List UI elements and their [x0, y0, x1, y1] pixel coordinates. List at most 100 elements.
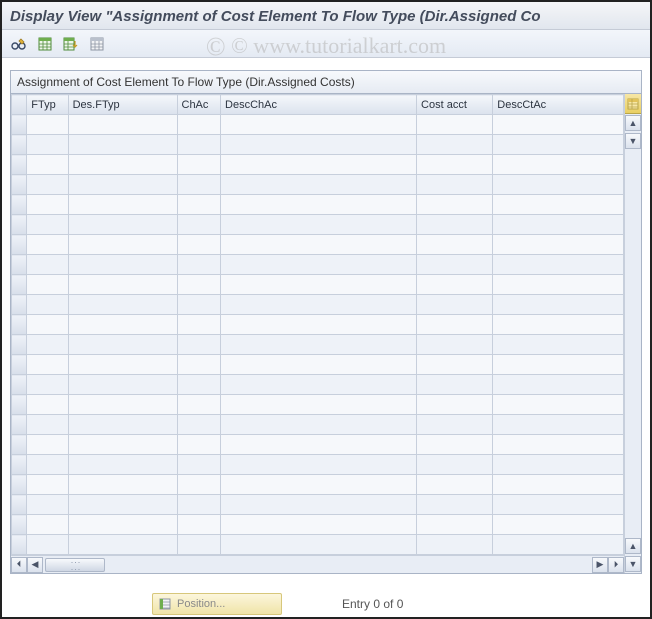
cell-costacct[interactable] — [417, 435, 493, 455]
row-selector[interactable] — [12, 295, 27, 315]
cell-ftyp[interactable] — [27, 355, 68, 375]
cell-chac[interactable] — [177, 375, 221, 395]
cell-chac[interactable] — [177, 115, 221, 135]
scroll-up-icon[interactable]: ▲ — [625, 115, 641, 131]
position-button[interactable]: Position... — [152, 593, 282, 615]
row-selector[interactable] — [12, 195, 27, 215]
cell-descchac[interactable] — [221, 415, 417, 435]
cell-costacct[interactable] — [417, 175, 493, 195]
scroll-left-icon[interactable]: ◀ — [27, 557, 43, 573]
row-selector[interactable] — [12, 495, 27, 515]
cell-descchac[interactable] — [221, 155, 417, 175]
cell-descctac[interactable] — [493, 495, 624, 515]
table-row[interactable] — [12, 475, 624, 495]
cell-descchac[interactable] — [221, 355, 417, 375]
table-row[interactable] — [12, 395, 624, 415]
row-selector[interactable] — [12, 355, 27, 375]
cell-descctac[interactable] — [493, 255, 624, 275]
cell-descctac[interactable] — [493, 515, 624, 535]
table-row[interactable] — [12, 135, 624, 155]
table-row[interactable] — [12, 195, 624, 215]
cell-descchac[interactable] — [221, 515, 417, 535]
cell-desftyp[interactable] — [68, 235, 177, 255]
cell-descchac[interactable] — [221, 235, 417, 255]
cell-ftyp[interactable] — [27, 375, 68, 395]
table-row[interactable] — [12, 455, 624, 475]
cell-ftyp[interactable] — [27, 195, 68, 215]
cell-costacct[interactable] — [417, 455, 493, 475]
cell-costacct[interactable] — [417, 495, 493, 515]
cell-descchac[interactable] — [221, 495, 417, 515]
cell-desftyp[interactable] — [68, 335, 177, 355]
cell-descctac[interactable] — [493, 535, 624, 555]
cell-descctac[interactable] — [493, 135, 624, 155]
cell-chac[interactable] — [177, 435, 221, 455]
cell-costacct[interactable] — [417, 235, 493, 255]
table-row[interactable] — [12, 295, 624, 315]
cell-ftyp[interactable] — [27, 535, 68, 555]
cell-ftyp[interactable] — [27, 435, 68, 455]
cell-chac[interactable] — [177, 515, 221, 535]
cell-descctac[interactable] — [493, 375, 624, 395]
cell-costacct[interactable] — [417, 535, 493, 555]
cell-descctac[interactable] — [493, 475, 624, 495]
cell-chac[interactable] — [177, 475, 221, 495]
cell-desftyp[interactable] — [68, 535, 177, 555]
row-selector[interactable] — [12, 395, 27, 415]
row-selector[interactable] — [12, 455, 27, 475]
cell-descchac[interactable] — [221, 435, 417, 455]
row-selector[interactable] — [12, 475, 27, 495]
cell-costacct[interactable] — [417, 415, 493, 435]
cell-descchac[interactable] — [221, 375, 417, 395]
row-selector[interactable] — [12, 135, 27, 155]
scroll-right-icon[interactable]: ▶ — [592, 557, 608, 573]
cell-descctac[interactable] — [493, 355, 624, 375]
cell-desftyp[interactable] — [68, 435, 177, 455]
table-row[interactable] — [12, 335, 624, 355]
cell-chac[interactable] — [177, 195, 221, 215]
table-row[interactable] — [12, 435, 624, 455]
cell-descchac[interactable] — [221, 215, 417, 235]
cell-ftyp[interactable] — [27, 155, 68, 175]
cell-costacct[interactable] — [417, 115, 493, 135]
cell-chac[interactable] — [177, 155, 221, 175]
cell-descchac[interactable] — [221, 195, 417, 215]
table-row[interactable] — [12, 155, 624, 175]
cell-descctac[interactable] — [493, 235, 624, 255]
table-row[interactable] — [12, 275, 624, 295]
cell-chac[interactable] — [177, 395, 221, 415]
scroll-left-start-icon[interactable]: ⏴ — [11, 557, 27, 573]
cell-desftyp[interactable] — [68, 475, 177, 495]
cell-desftyp[interactable] — [68, 295, 177, 315]
cell-chac[interactable] — [177, 295, 221, 315]
cell-descctac[interactable] — [493, 275, 624, 295]
cell-costacct[interactable] — [417, 195, 493, 215]
cell-ftyp[interactable] — [27, 415, 68, 435]
change-display-toggle-button[interactable] — [8, 34, 30, 54]
cell-descctac[interactable] — [493, 315, 624, 335]
col-header-chac[interactable]: ChAc — [177, 95, 221, 115]
cell-chac[interactable] — [177, 175, 221, 195]
cell-ftyp[interactable] — [27, 475, 68, 495]
table-row[interactable] — [12, 375, 624, 395]
table-row[interactable] — [12, 175, 624, 195]
cell-desftyp[interactable] — [68, 155, 177, 175]
col-header-costacct[interactable]: Cost acct — [417, 95, 493, 115]
cell-descctac[interactable] — [493, 435, 624, 455]
row-selector[interactable] — [12, 115, 27, 135]
table-row[interactable] — [12, 415, 624, 435]
deselect-all-button[interactable] — [86, 34, 108, 54]
cell-desftyp[interactable] — [68, 175, 177, 195]
cell-desftyp[interactable] — [68, 515, 177, 535]
cell-costacct[interactable] — [417, 155, 493, 175]
table-row[interactable] — [12, 315, 624, 335]
cell-descchac[interactable] — [221, 335, 417, 355]
scroll-down2-icon[interactable]: ▼ — [625, 556, 641, 572]
cell-desftyp[interactable] — [68, 455, 177, 475]
cell-ftyp[interactable] — [27, 175, 68, 195]
cell-descchac[interactable] — [221, 535, 417, 555]
cell-descctac[interactable] — [493, 455, 624, 475]
cell-descchac[interactable] — [221, 135, 417, 155]
cell-chac[interactable] — [177, 255, 221, 275]
cell-ftyp[interactable] — [27, 275, 68, 295]
